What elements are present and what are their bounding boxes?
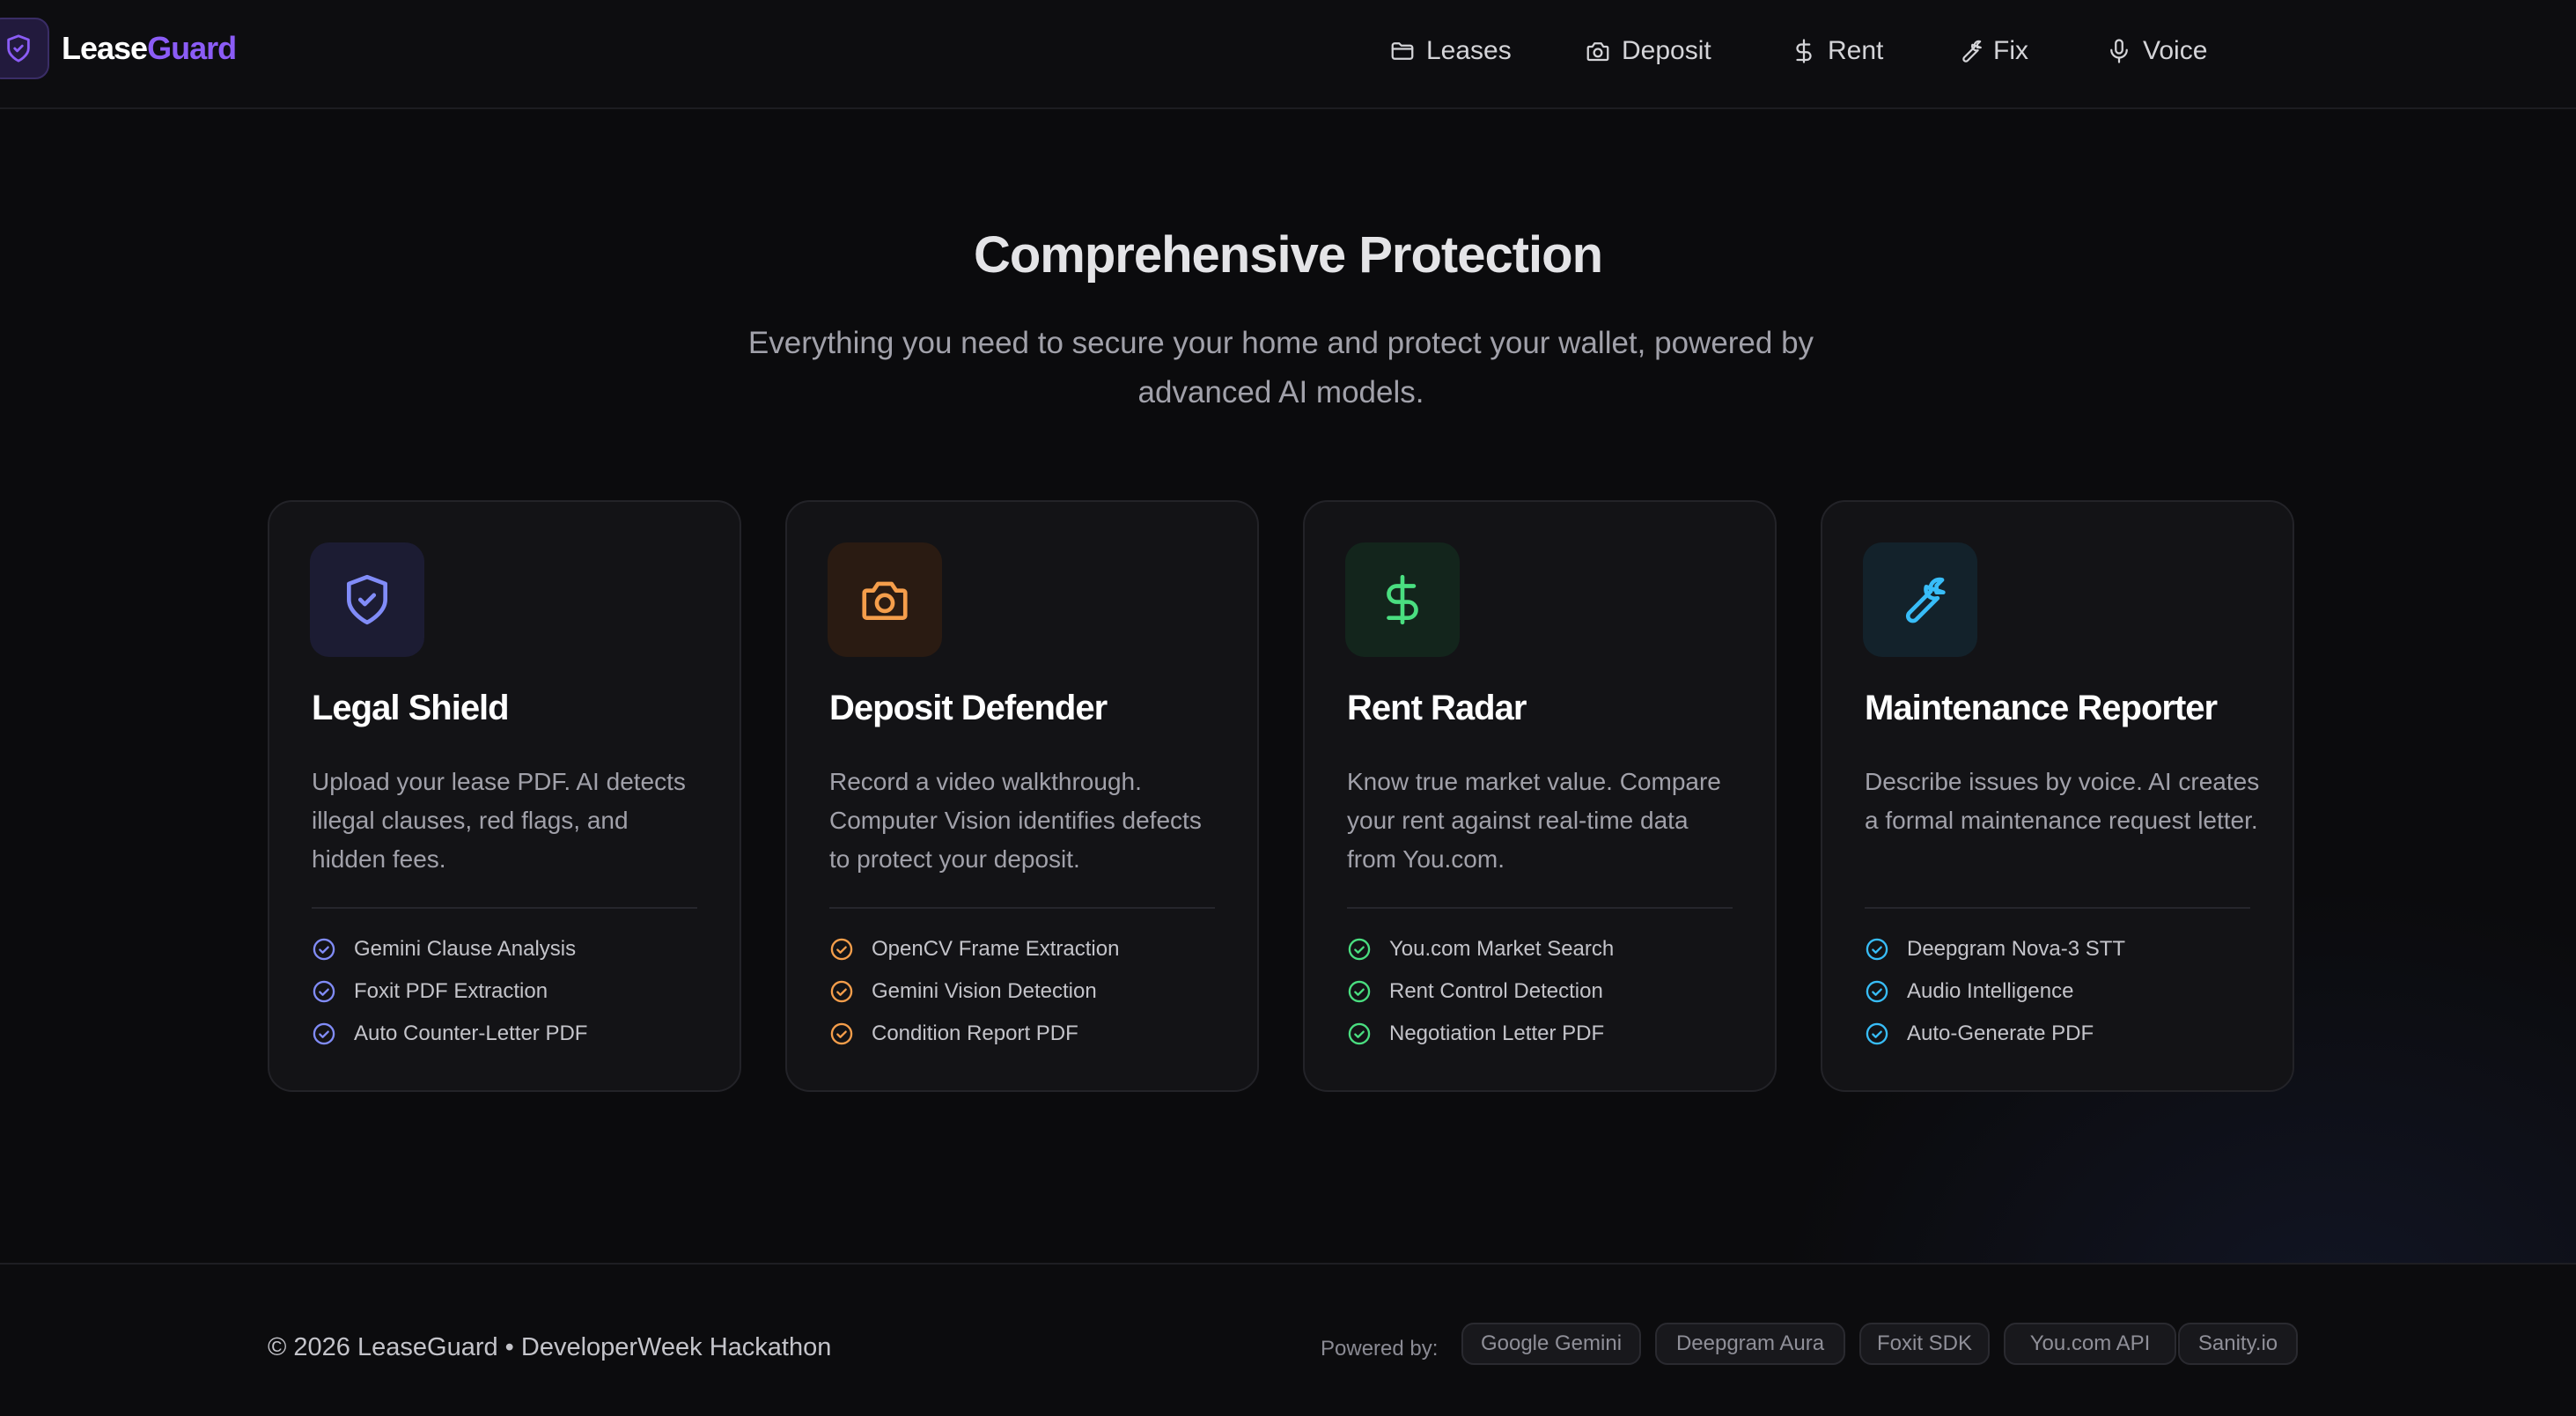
wrench-icon (1962, 40, 1982, 63)
card-description: Describe issues by voice. AI creates a f… (1865, 768, 2260, 834)
powered-by-label: Powered by: (1321, 1337, 1439, 1361)
card-description: Upload your lease PDF. AI detects illega… (312, 768, 686, 873)
card-divider (1347, 907, 1733, 909)
page-subtitle: Everything you need to secure your home … (747, 326, 1814, 409)
card-feature: Foxit PDF Extraction (312, 979, 548, 1004)
card-divider (312, 907, 697, 909)
card-description: Record a video walkthrough. Computer Vis… (829, 768, 1202, 873)
card-feature-label: You.com Market Search (1389, 937, 1615, 961)
feature-card-deposit-defender[interactable]: Deposit Defender Record a video walkthro… (785, 500, 1259, 1092)
check-circle-icon (830, 980, 853, 1003)
card-feature: Auto Counter-Letter PDF (312, 1021, 587, 1046)
card-divider (1865, 907, 2250, 909)
check-circle-icon (1866, 980, 1888, 1003)
tech-badge-youcom-api[interactable]: You.com API (2004, 1323, 2176, 1365)
footer-copyright: © 2026 LeaseGuard • DeveloperWeek Hackat… (268, 1333, 832, 1361)
card-feature-label: Gemini Clause Analysis (354, 937, 577, 961)
card-title: Maintenance Reporter (1865, 689, 2218, 727)
card-feature-label: Audio Intelligence (1907, 979, 2074, 1003)
card-icon-box (310, 542, 424, 657)
dollar-icon (1796, 39, 1812, 63)
card-feature-label: Condition Report PDF (872, 1021, 1078, 1045)
card-feature-label: Deepgram Nova-3 STT (1907, 937, 2126, 961)
check-circle-icon (830, 1022, 853, 1045)
nav-rent-label: Rent (1828, 36, 1884, 65)
wrench-icon (1905, 577, 1946, 623)
card-feature-label: Gemini Vision Detection (872, 979, 1097, 1003)
camera-icon (862, 581, 908, 620)
nav-leases[interactable]: Leases (1389, 26, 1512, 76)
check-circle-icon (313, 938, 335, 961)
check-circle-icon (830, 938, 853, 961)
card-feature-label: OpenCV Frame Extraction (872, 937, 1120, 961)
card-feature: Gemini Vision Detection (829, 979, 1097, 1004)
card-icon-box (1345, 542, 1460, 657)
card-feature-label: Auto Counter-Letter PDF (354, 1021, 588, 1045)
tech-badge-google-gemini[interactable]: Google Gemini (1461, 1323, 1641, 1365)
check-circle-icon (1348, 938, 1371, 961)
microphone-icon (2110, 39, 2128, 63)
card-icon-box (1863, 542, 1977, 657)
feature-card-rent-radar[interactable]: Rent Radar Know true market value. Compa… (1303, 500, 1777, 1092)
nav-fix[interactable]: Fix (1956, 26, 2028, 76)
card-feature-label: Foxit PDF Extraction (354, 979, 548, 1003)
logo-shield-icon[interactable] (0, 18, 49, 79)
footer: © 2026 LeaseGuard • DeveloperWeek Hackat… (0, 1263, 2576, 1416)
card-feature: You.com Market Search (1347, 937, 1614, 962)
folder-icon (1391, 42, 1414, 60)
card-feature: Condition Report PDF (829, 1021, 1078, 1046)
card-feature-label: Auto-Generate PDF (1907, 1021, 2094, 1045)
card-feature: Gemini Clause Analysis (312, 937, 576, 962)
nav-deposit-label: Deposit (1622, 36, 1711, 65)
card-description: Know true market value. Compare your ren… (1347, 768, 1721, 873)
card-title: Deposit Defender (829, 689, 1108, 727)
camera-icon (1586, 42, 1609, 62)
tech-badge-sanity-io[interactable]: Sanity.io (2178, 1323, 2298, 1365)
check-circle-icon (1348, 1022, 1371, 1045)
card-title: Rent Radar (1347, 689, 1527, 727)
tech-badge-foxit-sdk[interactable]: Foxit SDK (1859, 1323, 1990, 1365)
check-circle-icon (1866, 938, 1888, 961)
tech-badge-deepgram-aura[interactable]: Deepgram Aura (1655, 1323, 1845, 1365)
nav-fix-label: Fix (1993, 36, 2028, 65)
brand-name[interactable]: LeaseGuard (62, 30, 237, 67)
nav-deposit[interactable]: Deposit (1585, 26, 1711, 76)
card-feature: Negotiation Letter PDF (1347, 1021, 1604, 1046)
card-icon-box (828, 542, 942, 657)
card-feature: Deepgram Nova-3 STT (1865, 937, 2125, 962)
card-feature: OpenCV Frame Extraction (829, 937, 1119, 962)
check-circle-icon (1866, 1022, 1888, 1045)
check-circle-icon (313, 1022, 335, 1045)
brand-name-part1: Lease (62, 30, 148, 66)
check-circle-icon (313, 980, 335, 1003)
shield-check-icon (347, 574, 387, 625)
card-feature: Audio Intelligence (1865, 979, 2073, 1004)
card-feature: Rent Control Detection (1347, 979, 1603, 1004)
card-feature: Auto-Generate PDF (1865, 1021, 2094, 1046)
feature-card-maintenance-reporter[interactable]: Maintenance Reporter Describe issues by … (1821, 500, 2294, 1092)
card-title: Legal Shield (312, 689, 510, 727)
check-circle-icon (1348, 980, 1371, 1003)
card-feature-label: Negotiation Letter PDF (1389, 1021, 1605, 1045)
dollar-icon (1387, 574, 1418, 625)
nav-rent[interactable]: Rent (1791, 26, 1883, 76)
card-feature-label: Rent Control Detection (1389, 979, 1603, 1003)
brand-name-part2: Guard (147, 30, 237, 66)
feature-card-legal-shield[interactable]: Legal Shield Upload your lease PDF. AI d… (268, 500, 741, 1092)
nav-voice-label: Voice (2143, 36, 2208, 65)
card-divider (829, 907, 1215, 909)
nav-leases-label: Leases (1426, 36, 1512, 65)
nav-voice[interactable]: Voice (2106, 26, 2207, 76)
top-navbar: LeaseGuard Leases Deposit Rent Fix Voice (0, 0, 2576, 109)
page-title: Comprehensive Protection (973, 226, 1603, 284)
